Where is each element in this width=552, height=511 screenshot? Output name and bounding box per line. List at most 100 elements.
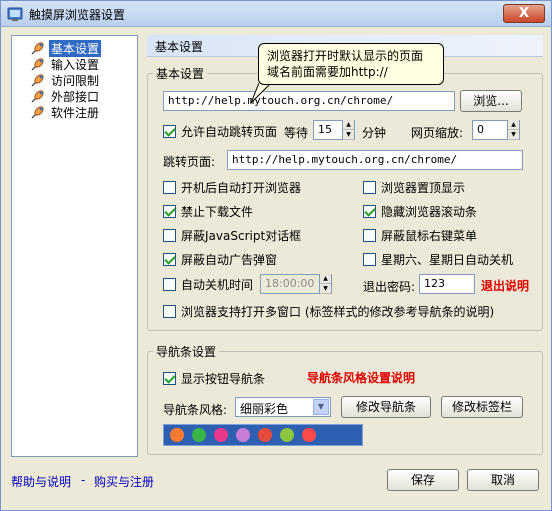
jump-page-input[interactable]: http://help.mytouch.org.cn/chrome/ xyxy=(227,150,523,170)
minutes-unit-label: 分钟 xyxy=(362,126,387,140)
nav-bar-preview xyxy=(163,424,363,446)
title-bar: 触摸屏浏览器设置 X xyxy=(1,1,551,27)
zoom-value: 0 xyxy=(477,123,484,136)
home-icon xyxy=(170,428,184,442)
checkbox-box xyxy=(363,180,376,194)
option-label: 星期六、星期日自动关机 xyxy=(381,252,514,267)
panel-title: 基本设置 xyxy=(155,40,204,54)
tree-item-register[interactable]: 软件注册 xyxy=(30,104,101,120)
settings-tree: 基本设置 输入设置 访问限制 外部接口 软件注册 xyxy=(11,35,138,457)
checkbox-box xyxy=(363,204,376,218)
wait-minutes-value: 15 xyxy=(318,123,332,136)
tree-item-label: 输入设置 xyxy=(51,57,100,72)
tree-item-label: 软件注册 xyxy=(51,105,100,120)
checkbox-box xyxy=(163,180,176,194)
autostart-checkbox[interactable]: 开机后自动打开浏览器 xyxy=(163,179,301,195)
checkbox-box xyxy=(363,228,376,242)
hide-scrollbar-checkbox[interactable]: 隐藏浏览器滚动条 xyxy=(363,203,477,219)
nav-settings-legend: 导航条设置 xyxy=(153,343,220,360)
exit-password-value: 123 xyxy=(424,277,445,290)
block-right-click-checkbox[interactable]: 屏蔽鼠标右键菜单 xyxy=(363,227,477,243)
tree-item-external[interactable]: 外部接口 xyxy=(30,88,101,104)
always-on-top-checkbox[interactable]: 浏览器置顶显示 xyxy=(363,179,465,195)
auto-shutdown-label: 自动关机时间 xyxy=(181,277,254,292)
basic-settings-legend: 基本设置 xyxy=(153,65,208,82)
satellite-icon xyxy=(31,58,44,71)
download-icon xyxy=(280,428,294,442)
forward-icon xyxy=(192,428,206,442)
block-popups-checkbox[interactable]: 屏蔽自动广告弹窗 xyxy=(163,251,277,267)
option-label: 屏蔽JavaScript对话框 xyxy=(181,228,302,243)
tree-item-input[interactable]: 输入设置 xyxy=(30,56,101,72)
wait-label: 等待 xyxy=(284,126,309,140)
disable-download-checkbox[interactable]: 禁止下载文件 xyxy=(163,203,253,219)
chevron-down-icon: ▼ xyxy=(313,399,329,415)
option-label: 隐藏浏览器滚动条 xyxy=(381,204,478,219)
nav-style-value: 细丽彩色 xyxy=(240,402,289,416)
exit-password-label: 退出密码: xyxy=(363,280,416,294)
zoom-label: 网页缩放: xyxy=(411,126,464,140)
weekend-shutdown-checkbox[interactable]: 星期六、星期日自动关机 xyxy=(363,251,513,267)
zoom-icon xyxy=(258,428,272,442)
scroll-icon xyxy=(302,428,316,442)
checkbox-box xyxy=(163,228,176,242)
tree-item-basic[interactable]: 基本设置 xyxy=(30,39,102,57)
footer-separator: - xyxy=(81,473,86,487)
show-nav-checkbox[interactable]: 显示按钮导航条 xyxy=(163,370,265,386)
zoom-spinner[interactable]: ▲ ▼ xyxy=(507,120,519,140)
multi-window-label: 浏览器支持打开多窗口 (标签样式的修改参考导航条的说明) xyxy=(181,304,495,319)
auto-shutdown-checkbox[interactable]: 自动关机时间 xyxy=(163,276,253,292)
app-icon xyxy=(7,7,23,21)
homepage-tooltip: 浏览器打开时默认显示的页面 域名前面需要加http:// xyxy=(258,43,444,85)
satellite-icon xyxy=(31,74,44,87)
satellite-icon xyxy=(31,106,44,119)
nav-style-label: 导航条风格: xyxy=(163,403,228,417)
option-label: 浏览器置顶显示 xyxy=(381,180,466,195)
cancel-button[interactable]: 取消 xyxy=(467,469,539,491)
multi-window-checkbox[interactable]: 浏览器支持打开多窗口 (标签样式的修改参考导航条的说明) xyxy=(163,303,494,319)
shutdown-time-spinner[interactable]: ▲ ▼ xyxy=(319,274,331,294)
checkbox-box xyxy=(163,277,176,291)
help-link[interactable]: 帮助与说明 xyxy=(11,473,71,490)
browse-button[interactable]: 浏览... xyxy=(460,90,522,112)
buy-register-link[interactable]: 购买与注册 xyxy=(94,473,154,490)
modify-tab-button[interactable]: 修改标签栏 xyxy=(441,396,523,418)
satellite-icon xyxy=(31,42,44,55)
nav-style-select[interactable]: 细丽彩色 ▼ xyxy=(235,397,331,417)
auto-jump-label: 允许自动跳转页面 xyxy=(181,124,278,139)
tree-item-label: 外部接口 xyxy=(51,89,100,104)
nav-style-help-link[interactable]: 导航条风格设置说明 xyxy=(307,369,415,386)
option-label: 屏蔽自动广告弹窗 xyxy=(181,252,278,267)
checkbox-box xyxy=(163,304,176,318)
tree-item-access[interactable]: 访问限制 xyxy=(30,72,101,88)
save-button[interactable]: 保存 xyxy=(387,469,459,491)
settings-window: 触摸屏浏览器设置 X 基本设置 输入设置 访问限制 外部接口 软件注册 基本设置 xyxy=(0,0,552,511)
window-title: 触摸屏浏览器设置 xyxy=(29,8,126,22)
option-label: 屏蔽鼠标右键菜单 xyxy=(381,228,478,243)
modify-nav-button[interactable]: 修改导航条 xyxy=(341,396,431,418)
stop-icon xyxy=(236,428,250,442)
tooltip-tail-icon xyxy=(250,83,272,104)
tree-item-label: 访问限制 xyxy=(51,73,100,88)
block-js-dialog-checkbox[interactable]: 屏蔽JavaScript对话框 xyxy=(163,227,301,243)
auto-jump-checkbox[interactable]: 允许自动跳转页面 xyxy=(163,123,277,139)
tree-item-label: 基本设置 xyxy=(49,39,102,57)
checkbox-box xyxy=(163,252,176,266)
checkbox-box xyxy=(163,204,176,218)
show-nav-label: 显示按钮导航条 xyxy=(181,371,266,386)
satellite-icon xyxy=(31,90,44,103)
checkbox-box xyxy=(363,252,376,266)
option-label: 禁止下载文件 xyxy=(181,204,254,219)
exit-help-link[interactable]: 退出说明 xyxy=(481,277,529,294)
exit-password-input[interactable]: 123 xyxy=(419,274,475,294)
refresh-icon xyxy=(214,428,228,442)
shutdown-time-value: 18:00:00 xyxy=(265,277,315,290)
wait-minutes-spinner[interactable]: ▲ ▼ xyxy=(342,120,354,140)
option-label: 开机后自动打开浏览器 xyxy=(181,180,302,195)
tooltip-line-2: 域名前面需要加http:// xyxy=(267,65,388,79)
checkbox-box xyxy=(163,371,176,385)
homepage-url-input[interactable]: http://help.mytouch.org.cn/chrome/ xyxy=(163,91,455,111)
checkbox-box xyxy=(163,124,176,138)
close-button[interactable]: X xyxy=(503,4,545,23)
close-icon: X xyxy=(518,6,530,21)
